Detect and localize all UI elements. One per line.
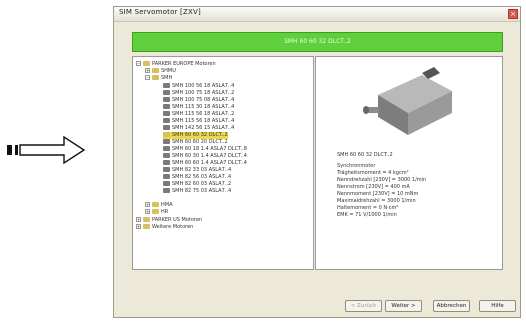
motor-icon	[163, 181, 170, 186]
motor-icon	[163, 97, 170, 102]
close-button[interactable]: ×	[508, 9, 518, 19]
tree-root-parker-europe[interactable]: − PARKER EUROPE Motoren	[136, 61, 216, 68]
collapse-icon[interactable]: −	[145, 75, 150, 80]
tree-item[interactable]: SMH 100 75 18 ASLA7..2	[163, 90, 234, 97]
spec-line: Trägheitsmoment = 4 kgcm²	[337, 170, 409, 176]
tree-label: SMH 82 56 03 ASLA7..4	[172, 174, 232, 180]
expand-icon[interactable]: +	[136, 224, 141, 229]
expand-icon[interactable]: +	[145, 68, 150, 73]
motor-icon	[163, 125, 170, 130]
tree-label: SMH 60 30 1.4 ASLA7 DLCT..4	[172, 153, 247, 159]
motor-icon	[163, 167, 170, 172]
motor-icon	[163, 146, 170, 151]
tree-label: SMH 60 60 20 DLCT..2	[172, 139, 228, 145]
tree-root-other[interactable]: + Weitere Motoren	[136, 224, 193, 231]
motor-icon	[163, 83, 170, 88]
tree-item[interactable]: SMH 115 56 18 ASLA7..2	[163, 111, 234, 118]
motor-selection-window: SIM Servomotor [ZXV] × SMH 60 60 32 DLCT…	[113, 6, 521, 318]
motor-icon	[163, 139, 170, 144]
tree-item[interactable]: SMH 82 60 03 ASLA7..2	[163, 181, 231, 188]
expand-icon[interactable]: +	[136, 217, 141, 222]
tree-item[interactable]: SMH 142 56 15 ASLA7..4	[163, 125, 234, 132]
folder-icon	[143, 61, 150, 66]
folder-icon	[152, 202, 159, 207]
tree-label: SMH 100 56 18 ASLA7..4	[172, 83, 235, 89]
motor-icon	[163, 111, 170, 116]
tree-item[interactable]: SMH 115 56 18 ASLA7..4	[163, 118, 234, 125]
motor-icon	[163, 153, 170, 158]
tree-label: SMH 115 30 18 ASLA7..4	[172, 104, 235, 110]
window-title: SIM Servomotor [ZXV]	[119, 8, 201, 16]
tree-label: SMH 100 75 08 ASLA7..4	[172, 97, 235, 103]
tree-group-smh[interactable]: − SMH	[145, 75, 172, 82]
motor-icon	[163, 118, 170, 123]
tree-item[interactable]: SMH 100 56 18 ASLA7..4	[163, 83, 234, 90]
selected-motor-banner: SMH 60 60 32 DLCT..2	[132, 32, 503, 52]
tree-label: Weitere Motoren	[152, 224, 194, 230]
motor-details: SMH 60 60 32 DLCT..2 Synchronmotor Trägh…	[315, 56, 503, 270]
tree-label: SMH 100 75 18 ASLA7..2	[172, 90, 235, 96]
tree-label: SMH 82 75 03 ASLA7..4	[172, 188, 232, 194]
expand-icon[interactable]: +	[145, 209, 150, 214]
tree-label: SMH 60 60 32 DLCT..2	[172, 132, 228, 138]
motor-icon	[163, 90, 170, 95]
tree-label: SMH 60 18 1.4 ASLA7 DLCT..8	[172, 146, 247, 152]
tree-item[interactable]: SMH 82 56 03 ASLA7..4	[163, 174, 231, 181]
cancel-button[interactable]: Abbrechen	[433, 300, 470, 312]
tree-item[interactable]: SMH 60 18 1.4 ASLA7 DLCT..8	[163, 146, 247, 153]
tree-group-hr[interactable]: + HR	[145, 209, 168, 216]
spec-line: Nenndrehzahl [230V] = 3000 1/min	[337, 177, 427, 183]
motor-icon	[163, 188, 170, 193]
motor-icon	[163, 104, 170, 109]
tree-item[interactable]: SMH 60 30 1.4 ASLA7 DLCT..4	[163, 153, 247, 160]
tree-label: HMA	[161, 202, 173, 208]
tree-label: SMH 115 56 18 ASLA7..4	[172, 118, 235, 124]
tree-item[interactable]: SMH 82 33 03 ASLA7..4	[163, 167, 231, 174]
motor-icon	[163, 132, 170, 137]
tree-item[interactable]: SMH 60 60 1.4 ASLA7 DLCT..4	[163, 160, 247, 167]
tree-item[interactable]: SMH 60 60 20 DLCT..2	[163, 139, 228, 146]
tree-label: SMH 142 56 15 ASLA7..4	[172, 125, 235, 131]
help-button[interactable]: Hilfe	[479, 300, 516, 312]
motor-icon	[163, 174, 170, 179]
folder-icon	[152, 75, 159, 80]
expand-icon[interactable]: +	[145, 202, 150, 207]
back-button[interactable]: < Zurück	[345, 300, 382, 312]
tree-label: SMH 82 33 03 ASLA7..4	[172, 167, 232, 173]
tree-item[interactable]: SMH 115 30 18 ASLA7..4	[163, 104, 234, 111]
spec-line: Maximaldrehzahl = 3000 1/min	[337, 198, 416, 204]
spec-line: Haltemoment = 0 N·cm²	[337, 205, 399, 211]
banner-text: SMH 60 60 32 DLCT..2	[284, 38, 351, 45]
tree-label: SMH 115 56 18 ASLA7..2	[172, 111, 235, 117]
spec-line: EMK = 71 V/1000 1/min	[337, 212, 397, 218]
tree-root-parker-us[interactable]: + PARKER US Motoren	[136, 217, 202, 224]
tree-label: PARKER US Motoren	[152, 217, 203, 223]
folder-icon	[152, 209, 159, 214]
tree-item[interactable]: SMH 82 75 03 ASLA7..4	[163, 188, 231, 195]
tree-group-shmu[interactable]: + SHMU	[145, 68, 176, 75]
tree-label: SMH 82 60 03 ASLA7..2	[172, 181, 232, 187]
tree-label: PARKER EUROPE Motoren	[152, 61, 216, 67]
tree-item[interactable]: SMH 100 75 08 ASLA7..4	[163, 97, 234, 104]
folder-icon	[143, 224, 150, 229]
title-bar: SIM Servomotor [ZXV] ×	[114, 7, 520, 22]
tree-group-hma[interactable]: + HMA	[145, 202, 173, 209]
collapse-icon[interactable]: −	[136, 61, 141, 66]
spec-line: Synchronmotor	[337, 163, 376, 169]
motor-name: SMH 60 60 32 DLCT..2	[337, 152, 393, 158]
next-button[interactable]: Weiter >	[385, 300, 422, 312]
tree-item-selected[interactable]: SMH 60 60 32 DLCT..2	[163, 132, 228, 139]
spec-line: Nennmoment [230V] = 10 mNm	[337, 191, 419, 197]
spec-line: Nennstrom [230V] = 400 mA	[337, 184, 410, 190]
motor-icon	[163, 160, 170, 165]
servo-motor-image	[363, 67, 452, 135]
tree-label: SHMU	[161, 68, 176, 74]
folder-icon	[143, 217, 150, 222]
tree-label: SMH	[161, 75, 173, 81]
tree-label: SMH 60 60 1.4 ASLA7 DLCT..4	[172, 160, 247, 166]
tree-label: HR	[161, 209, 169, 215]
folder-icon	[152, 68, 159, 73]
motor-tree[interactable]: − PARKER EUROPE Motoren + SHMU − SMH SMH 10…	[132, 56, 314, 270]
right-arrow-icon	[7, 135, 86, 165]
